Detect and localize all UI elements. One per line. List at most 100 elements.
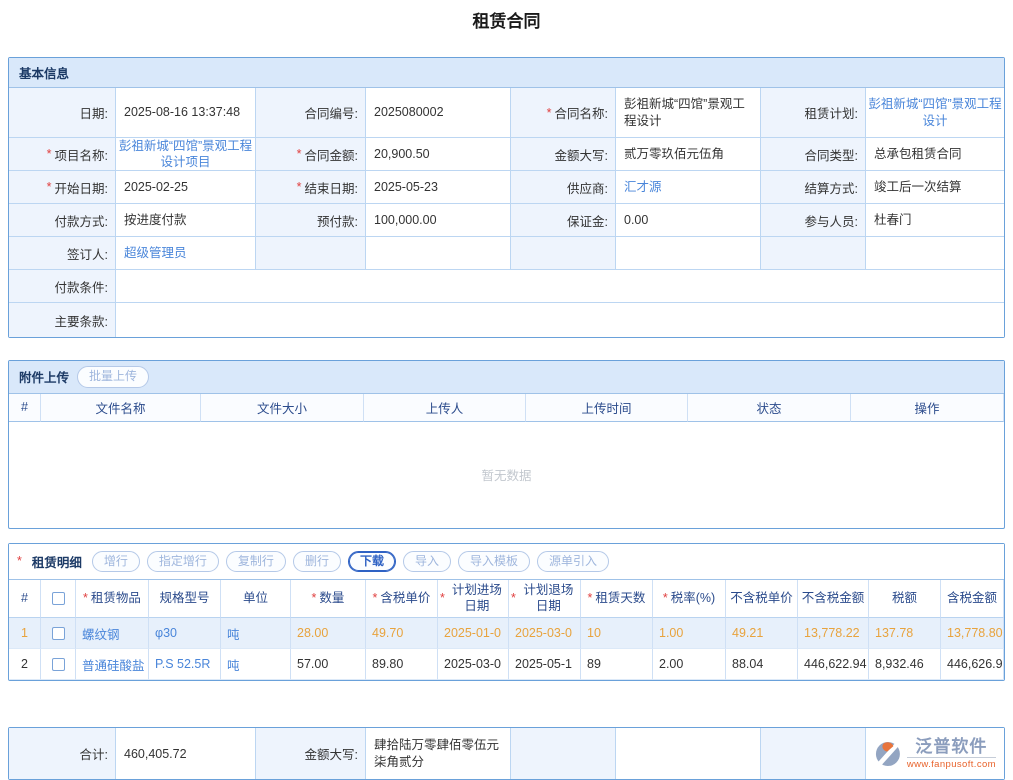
fanpu-logo: 泛普软件 www.fanpusoft.com xyxy=(874,737,1000,770)
contract-name-label: *合同名称: xyxy=(511,88,616,138)
empty-label-cell xyxy=(256,237,366,270)
select-all-checkbox[interactable] xyxy=(52,592,65,605)
total-caps-value: 肆拾陆万零肆佰零伍元柒角贰分 xyxy=(366,728,511,779)
contract-amount-value: 20,900.50 xyxy=(366,138,511,171)
col-actions: 操作 xyxy=(851,394,1004,422)
row-index: 2 xyxy=(9,649,41,680)
deposit-value: 0.00 xyxy=(616,204,761,237)
spec-cell[interactable]: φ30 xyxy=(149,618,221,649)
price-tax-cell: 89.80 xyxy=(366,649,438,680)
deposit-label: 保证金: xyxy=(511,204,616,237)
days-cell: 10 xyxy=(581,618,653,649)
required-marker: * xyxy=(297,147,302,161)
payment-method-label: 付款方式: xyxy=(9,204,116,237)
supplier-label: 供应商: xyxy=(511,171,616,204)
col-uploader: 上传人 xyxy=(364,394,526,422)
lease-contract-page: 租赁合同 基本信息 日期: 2025-08-16 13:37:48 合同编号: … xyxy=(0,0,1013,780)
totals-grid: 合计: 460,405.72 金额大写: 肆拾陆万零肆佰零伍元柒角贰分 泛普软件… xyxy=(9,728,1004,779)
attachments-title: 附件上传 xyxy=(19,367,69,386)
col-file-size: 文件大小 xyxy=(201,394,364,422)
required-marker: * xyxy=(47,180,52,194)
dcol-plan-in: *计划进场日期 xyxy=(438,580,509,618)
brand-url: www.fanpusoft.com xyxy=(907,757,996,770)
tax-rate-cell: 2.00 xyxy=(653,649,726,680)
col-file-name: 文件名称 xyxy=(41,394,201,422)
dcol-price-no-tax: 不含税单价 xyxy=(726,580,798,618)
dcol-plan-out: *计划退场日期 xyxy=(509,580,581,618)
basic-info-header: 基本信息 xyxy=(9,58,1004,88)
item-link[interactable]: 螺纹钢 xyxy=(76,618,149,649)
add-row-button[interactable]: 增行 xyxy=(92,551,140,573)
signer-link[interactable]: 超级管理员 xyxy=(116,237,256,270)
amount-no-tax-cell: 13,778.22 xyxy=(798,618,869,649)
required-marker: * xyxy=(17,554,22,568)
fanpu-logo-icon xyxy=(874,738,902,770)
empty-label-cell xyxy=(761,237,866,270)
amount-tax-cell: 446,626.92 xyxy=(941,649,1004,680)
plan-in-cell: 2025-01-0 xyxy=(438,618,509,649)
unit-cell[interactable]: 吨 xyxy=(221,649,291,680)
qty-cell: 57.00 xyxy=(291,649,366,680)
project-name-link[interactable]: 彭祖新城“四馆”景观工程设计项目 xyxy=(116,138,256,171)
amount-no-tax-cell: 446,622.94 xyxy=(798,649,869,680)
required-marker: * xyxy=(47,147,52,161)
lease-detail-section: * 租赁明细 增行 指定增行 复制行 删行 下载 导入 导入模板 源单引入 # … xyxy=(8,543,1005,682)
dcol-amount-tax: 含税金额 xyxy=(941,580,1004,618)
insert-row-button[interactable]: 指定增行 xyxy=(147,551,219,573)
attachments-section: 附件上传 批量上传 # 文件名称 文件大小 上传人 上传时间 状态 操作 暂无数… xyxy=(8,360,1005,529)
contract-type-label: 合同类型: xyxy=(761,138,866,171)
main-clauses-label: 主要条款: xyxy=(9,303,116,337)
payment-method-value: 按进度付款 xyxy=(116,204,256,237)
required-marker: * xyxy=(297,180,302,194)
project-name-label: *项目名称: xyxy=(9,138,116,171)
price-no-tax-cell: 49.21 xyxy=(726,618,798,649)
spec-cell[interactable]: P.S 52.5R xyxy=(149,649,221,680)
row-checkbox[interactable] xyxy=(52,627,65,640)
download-button[interactable]: 下载 xyxy=(348,551,396,573)
settlement-value: 竣工后一次结算 xyxy=(866,171,1004,204)
dcol-price-tax: *含税单价 xyxy=(366,580,438,618)
payment-terms-label: 付款条件: xyxy=(9,270,116,303)
dcol-unit: 单位 xyxy=(221,580,291,618)
plan-in-cell: 2025-03-0 xyxy=(438,649,509,680)
page-title: 租赁合同 xyxy=(8,7,1005,32)
item-link[interactable]: 普通硅酸盐 xyxy=(76,649,149,680)
lease-detail-table: # *租赁物品 规格型号 单位 *数量 *含税单价 *计划进场日期 *计划退场日… xyxy=(9,580,1004,680)
dcol-item: *租赁物品 xyxy=(76,580,149,618)
qty-cell: 28.00 xyxy=(291,618,366,649)
lease-detail-toolbar: * 租赁明细 增行 指定增行 复制行 删行 下载 导入 导入模板 源单引入 xyxy=(9,544,1004,581)
row-select-cell xyxy=(41,649,76,680)
plan-out-cell: 2025-03-0 xyxy=(509,618,581,649)
source-import-button[interactable]: 源单引入 xyxy=(537,551,609,573)
import-button[interactable]: 导入 xyxy=(403,551,451,573)
contract-no-label: 合同编号: xyxy=(256,88,366,138)
import-template-button[interactable]: 导入模板 xyxy=(458,551,530,573)
row-select-cell xyxy=(41,618,76,649)
payment-terms-value xyxy=(116,270,1004,303)
empty-value-cell xyxy=(866,237,1004,270)
amount-tax-cell: 13,778.80 xyxy=(941,618,1004,649)
lease-detail-title: 租赁明细 xyxy=(32,552,82,571)
lease-plan-link[interactable]: 彭祖新城“四馆”景观工程设计 xyxy=(866,88,1004,138)
empty-label-cell xyxy=(511,728,616,779)
date-label: 日期: xyxy=(9,88,116,138)
price-no-tax-cell: 88.04 xyxy=(726,649,798,680)
supplier-link[interactable]: 汇才源 xyxy=(616,171,761,204)
settlement-label: 结算方式: xyxy=(761,171,866,204)
brand-name: 泛普软件 xyxy=(915,737,987,757)
attachments-table-header: # 文件名称 文件大小 上传人 上传时间 状态 操作 xyxy=(9,394,1004,422)
unit-cell[interactable]: 吨 xyxy=(221,618,291,649)
empty-value-cell xyxy=(616,728,761,779)
totals-section: 合计: 460,405.72 金额大写: 肆拾陆万零肆佰零伍元柒角贰分 泛普软件… xyxy=(8,727,1005,780)
row-index: 1 xyxy=(9,618,41,649)
row-checkbox[interactable] xyxy=(52,658,65,671)
attachments-empty-text: 暂无数据 xyxy=(9,422,1004,528)
delete-row-button[interactable]: 删行 xyxy=(293,551,341,573)
basic-info-grid: 日期: 2025-08-16 13:37:48 合同编号: 2025080002… xyxy=(9,88,1004,337)
copy-row-button[interactable]: 复制行 xyxy=(226,551,286,573)
attachments-header: 附件上传 批量上传 xyxy=(9,361,1004,394)
contract-name-value: 彭祖新城“四馆”景观工程设计 xyxy=(616,88,761,138)
price-tax-cell: 49.70 xyxy=(366,618,438,649)
dcol-select xyxy=(41,580,76,618)
batch-upload-button[interactable]: 批量上传 xyxy=(77,366,149,388)
